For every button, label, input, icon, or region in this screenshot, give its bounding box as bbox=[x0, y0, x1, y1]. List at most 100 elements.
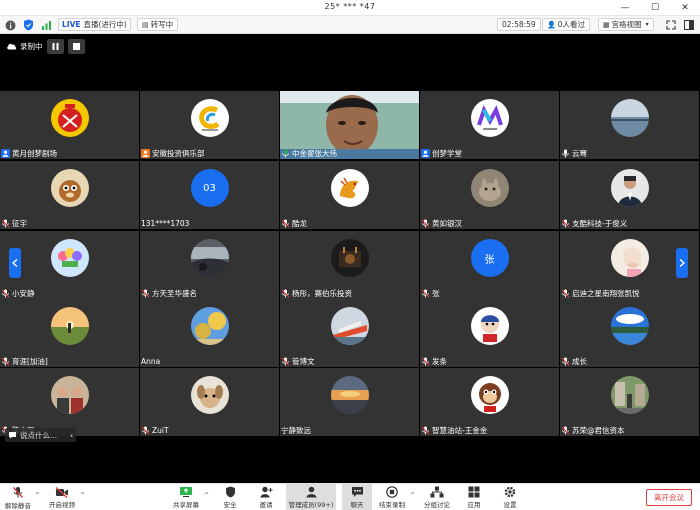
participant-tile[interactable]: 杨彤，赛伯乐投资 bbox=[280, 231, 419, 299]
mic-muted-icon bbox=[1, 289, 10, 298]
participant-avatar bbox=[610, 376, 649, 414]
person-icon: 👤 bbox=[547, 20, 556, 29]
breakout-button[interactable]: 分组讨论 bbox=[420, 484, 454, 510]
start-video-button[interactable]: 开启视频 bbox=[46, 484, 78, 510]
stop-record-button[interactable] bbox=[67, 38, 85, 54]
participant-tile[interactable]: 酷龙 bbox=[280, 161, 419, 229]
mic-muted-icon bbox=[281, 357, 290, 366]
live-badge: LIVE bbox=[62, 20, 81, 29]
participant-name: 黄月创梦剧场 bbox=[12, 148, 57, 158]
close-icon[interactable]: ✕ bbox=[670, 0, 700, 16]
participant-name-label: 育涯[加油] bbox=[1, 356, 51, 366]
user-blue-icon bbox=[1, 148, 10, 158]
participant-avatar bbox=[610, 307, 649, 345]
chat-bubble-icon bbox=[351, 487, 363, 497]
chat-bubble-icon bbox=[9, 432, 16, 439]
participant-tile[interactable]: 发条 bbox=[420, 299, 559, 367]
participant-tile[interactable]: 成长 bbox=[560, 299, 699, 367]
transcribe-label: 转写中 bbox=[150, 20, 174, 29]
chat-preview[interactable]: 说点什么... ‹ bbox=[5, 428, 77, 442]
signal-icon[interactable] bbox=[41, 18, 52, 32]
leave-meeting-button[interactable]: 离开会议 bbox=[646, 489, 692, 506]
participant-name: 酷龙 bbox=[292, 218, 307, 228]
participant-name: 张 bbox=[432, 288, 440, 298]
participant-tile[interactable]: 宁静致远 bbox=[280, 368, 419, 436]
chevron-up-icon[interactable]: ^ bbox=[35, 492, 40, 499]
pause-record-button[interactable] bbox=[46, 38, 64, 54]
participant-tile[interactable]: 黄月创梦剧场 bbox=[0, 91, 139, 159]
participant-name-label: 酷龙 bbox=[281, 218, 310, 228]
participant-tile[interactable]: ZuiT bbox=[140, 368, 279, 436]
participant-tile[interactable]: 苏荣@君信资本 bbox=[560, 368, 699, 436]
security-button[interactable]: 安全 bbox=[218, 484, 242, 510]
prev-page-button[interactable] bbox=[9, 248, 21, 278]
participant-name: 黄如银汉 bbox=[432, 218, 462, 228]
participant-avatar bbox=[190, 239, 229, 277]
apps-button[interactable]: 应用 bbox=[462, 484, 486, 510]
minimize-icon[interactable]: — bbox=[610, 0, 640, 16]
participant-name-label: 黄月创梦剧场 bbox=[1, 148, 60, 158]
settings-button[interactable]: 设置 bbox=[498, 484, 522, 510]
participant-avatar bbox=[470, 169, 509, 207]
participant-name-label: 方天圣华盛名 bbox=[141, 288, 200, 298]
manage-members-button[interactable]: 管理成员(99+) bbox=[286, 484, 336, 510]
participant-name-label: 中金翟张大伟 bbox=[281, 148, 340, 158]
participant-name: 杨彤，赛伯乐投资 bbox=[292, 288, 352, 298]
participant-avatar bbox=[50, 99, 89, 137]
chevron-up-icon[interactable]: ^ bbox=[410, 492, 415, 499]
live-status[interactable]: LIVE 直播(进行中) bbox=[58, 18, 131, 31]
gear-icon bbox=[504, 486, 516, 498]
mic-muted-icon bbox=[561, 357, 570, 366]
fullscreen-icon[interactable] bbox=[666, 18, 676, 32]
participant-tile[interactable]: Anna bbox=[140, 299, 279, 367]
participant-tile[interactable]: 智慧油站-王金金 bbox=[420, 368, 559, 436]
breakout-icon bbox=[430, 486, 444, 498]
end-record-button[interactable]: 结束录制 bbox=[376, 484, 408, 510]
participant-name-label: 智慧油站-王金金 bbox=[421, 425, 490, 435]
chevron-left-icon[interactable]: ‹ bbox=[70, 431, 73, 440]
participant-tile[interactable]: 云骞 bbox=[560, 91, 699, 159]
layout-icon[interactable] bbox=[684, 18, 694, 32]
participant-avatar bbox=[50, 376, 89, 414]
participant-tile[interactable]: 黄如银汉 bbox=[420, 161, 559, 229]
participant-tile[interactable]: 方天圣华盛名 bbox=[140, 231, 279, 299]
maximize-icon[interactable]: ☐ bbox=[640, 0, 670, 16]
participant-tile[interactable]: 陈志强 bbox=[0, 368, 139, 436]
info-icon[interactable] bbox=[5, 18, 16, 32]
share-screen-button[interactable]: 共享屏幕 bbox=[170, 484, 202, 510]
participant-tile[interactable]: 管博文 bbox=[280, 299, 419, 367]
watchers-count[interactable]: 👤 0人看过 bbox=[542, 18, 590, 31]
mic-icon bbox=[561, 149, 570, 158]
next-page-button[interactable] bbox=[676, 248, 688, 278]
invite-button[interactable]: 邀请 bbox=[254, 484, 278, 510]
participant-name-label: 征宇 bbox=[1, 218, 30, 228]
participant-tile[interactable]: 安徽投资俱乐部 bbox=[140, 91, 279, 159]
participant-name: 启迪之星南翔张凯悦 bbox=[572, 288, 640, 298]
participant-avatar bbox=[190, 376, 229, 414]
unmute-button[interactable]: 解除静音 bbox=[3, 484, 33, 510]
transcribe-status[interactable]: ▤ 转写中 bbox=[137, 18, 179, 31]
participant-tile[interactable]: 征宇 bbox=[0, 161, 139, 229]
participant-name: 成长 bbox=[572, 356, 587, 366]
participant-tile[interactable]: 中金翟张大伟 bbox=[280, 91, 419, 159]
chat-button[interactable]: 聊天 bbox=[342, 484, 372, 510]
mic-muted-icon bbox=[421, 357, 430, 366]
participant-name-label: 支酷科技-于俊义 bbox=[561, 218, 630, 228]
participant-name-label: 小安静 bbox=[1, 288, 38, 298]
participant-avatar bbox=[50, 307, 89, 345]
participant-name-label: 云骞 bbox=[561, 148, 590, 158]
participant-tile[interactable]: 张张 bbox=[420, 231, 559, 299]
chevron-up-icon[interactable]: ^ bbox=[80, 492, 85, 499]
participant-tile[interactable]: 支酷科技-于俊义 bbox=[560, 161, 699, 229]
participant-name: 创梦学堂 bbox=[432, 148, 462, 158]
chevron-up-icon[interactable]: ^ bbox=[204, 492, 209, 499]
participant-name: 云骞 bbox=[572, 148, 587, 158]
shield-icon[interactable] bbox=[23, 18, 34, 32]
participant-tile[interactable]: 创梦学堂 bbox=[420, 91, 559, 159]
participant-name-label: 131****1703 bbox=[141, 218, 192, 228]
participant-tile[interactable]: 03 131****1703 bbox=[140, 161, 279, 229]
view-switch[interactable]: ▦ 宫格视图 ▾ bbox=[598, 18, 654, 31]
participant-name: 发条 bbox=[432, 356, 447, 366]
pause-icon bbox=[52, 42, 58, 50]
participant-tile[interactable]: 育涯[加油] bbox=[0, 299, 139, 367]
